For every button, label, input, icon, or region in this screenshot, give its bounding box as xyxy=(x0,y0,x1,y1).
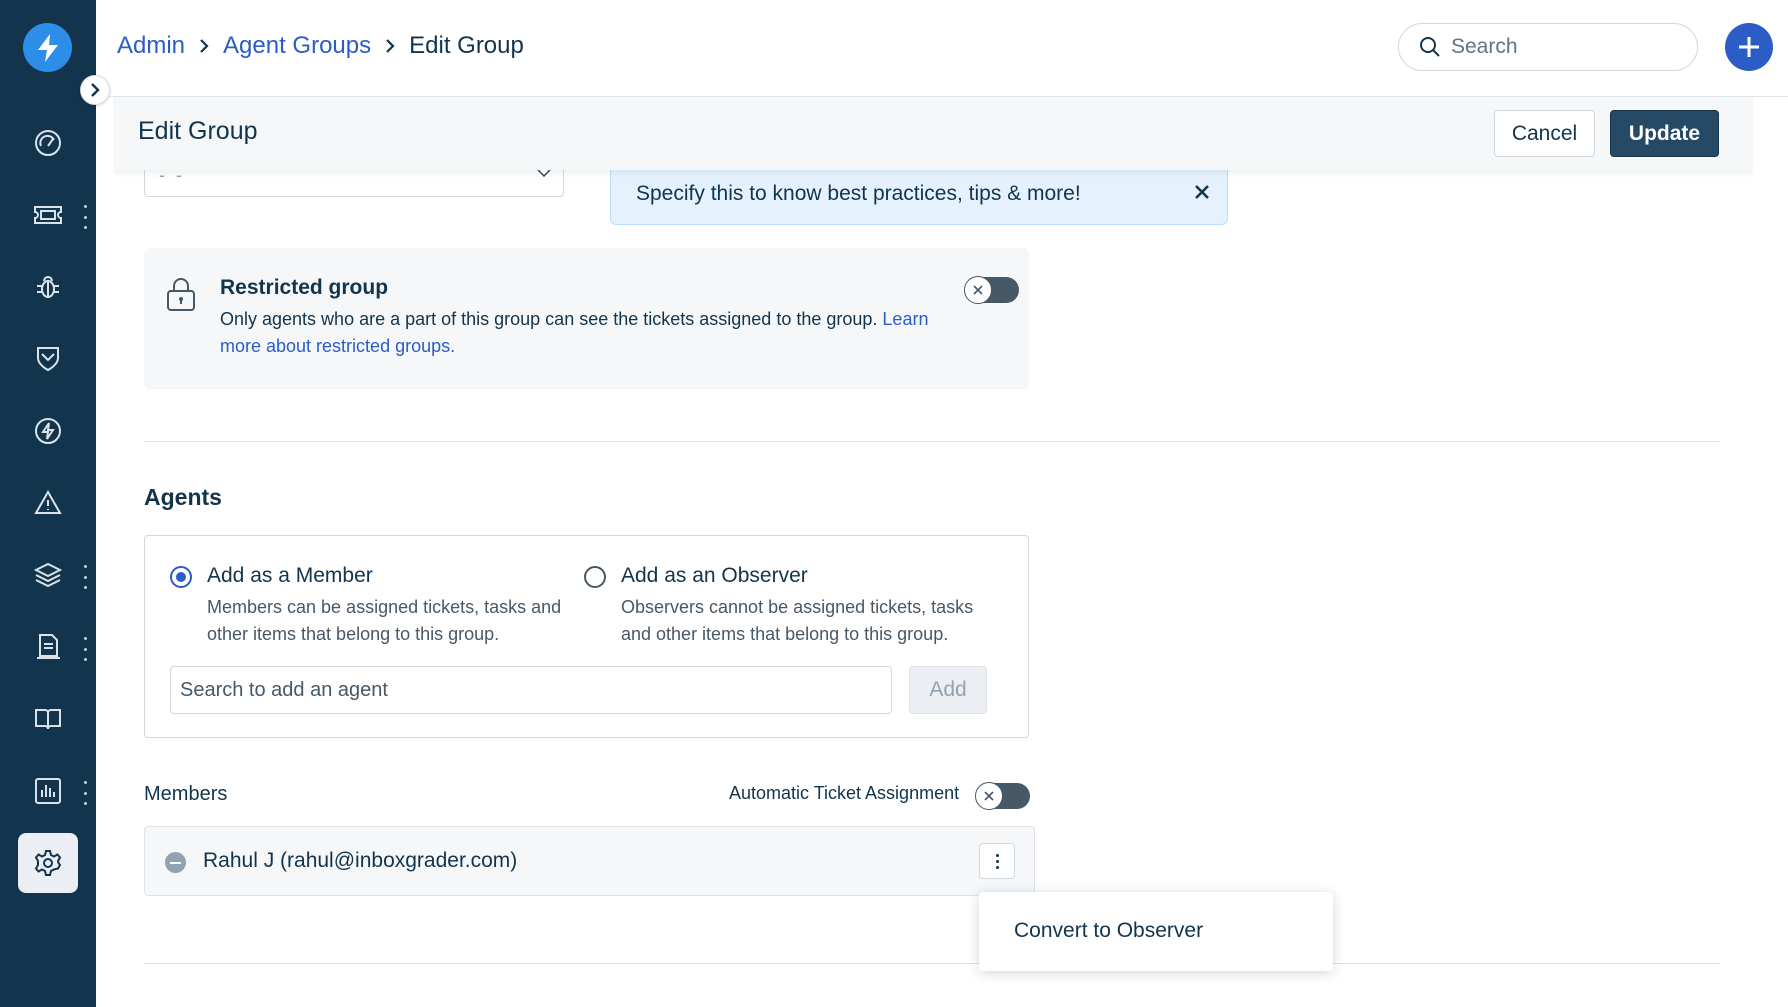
solutions-icon[interactable] xyxy=(18,689,78,749)
search-icon xyxy=(1420,37,1440,57)
admin-gear-icon[interactable] xyxy=(18,833,78,893)
add-agents-panel: Add as a Member Members can be assigned … xyxy=(144,535,1029,738)
chevron-right-icon xyxy=(91,83,100,97)
member-option-title: Add as a Member xyxy=(207,564,373,587)
new-item-button[interactable] xyxy=(1725,23,1773,71)
dashboard-icon[interactable] xyxy=(18,113,78,173)
restricted-group-panel: Restricted group Only agents who are a p… xyxy=(144,248,1029,389)
x-icon xyxy=(984,791,994,801)
plus-icon xyxy=(1739,37,1759,57)
add-agent-button[interactable]: Add xyxy=(909,666,987,714)
member-option-description: Members can be assigned tickets, tasks a… xyxy=(207,597,562,644)
restricted-group-toggle[interactable] xyxy=(964,276,1019,304)
problems-icon[interactable] xyxy=(18,257,78,317)
section-divider xyxy=(144,963,1720,964)
top-header: Admin Agent Groups Edit Group xyxy=(96,0,1788,97)
chevron-right-icon xyxy=(385,38,395,54)
main-content: - - Specify this to know best practices,… xyxy=(113,97,1753,1007)
logo-icon[interactable] xyxy=(23,23,72,72)
alerts-icon[interactable] xyxy=(18,473,78,533)
observer-option-title: Add as an Observer xyxy=(621,564,808,587)
chevron-right-icon xyxy=(199,38,209,54)
breadcrumb: Admin Agent Groups Edit Group xyxy=(117,32,524,60)
assets-more-icon[interactable] xyxy=(82,565,88,589)
breadcrumb-current: Edit Group xyxy=(409,32,524,59)
close-icon[interactable] xyxy=(1192,182,1212,202)
sidebar xyxy=(0,0,96,1007)
tickets-icon[interactable] xyxy=(18,185,78,245)
assets-icon[interactable] xyxy=(18,545,78,605)
tip-text: Specify this to know best practices, tip… xyxy=(636,182,1081,205)
member-name: Rahul J (rahul@inboxgrader.com) xyxy=(203,849,518,872)
agent-search-input[interactable] xyxy=(170,666,892,714)
restricted-group-description: Only agents who are a part of this group… xyxy=(220,306,940,360)
x-icon xyxy=(973,285,983,295)
auto-assignment-label: Automatic Ticket Assignment xyxy=(729,783,960,803)
search-input[interactable] xyxy=(1451,35,1671,59)
global-search[interactable] xyxy=(1398,23,1698,71)
toggle-knob xyxy=(975,782,1003,810)
members-label: Members xyxy=(144,783,228,805)
member-radio[interactable] xyxy=(170,566,192,588)
restricted-description-text: Only agents who are a part of this group… xyxy=(220,309,878,329)
update-button[interactable]: Update xyxy=(1610,110,1719,157)
convert-to-observer-menu-item[interactable]: Convert to Observer xyxy=(1014,919,1203,943)
breadcrumb-admin-link[interactable]: Admin xyxy=(117,32,185,60)
breadcrumb-agent-groups-link[interactable]: Agent Groups xyxy=(223,32,371,60)
reports-more-icon[interactable] xyxy=(82,781,88,805)
contracts-more-icon[interactable] xyxy=(82,637,88,661)
releases-icon[interactable] xyxy=(18,401,78,461)
toggle-knob xyxy=(964,276,992,304)
observer-radio[interactable] xyxy=(584,566,606,588)
agents-section-title: Agents xyxy=(144,484,222,510)
chevron-down-icon xyxy=(537,169,551,178)
lock-icon xyxy=(167,278,195,311)
tickets-more-icon[interactable] xyxy=(82,205,88,229)
sidebar-expand-button[interactable] xyxy=(80,75,110,105)
section-divider xyxy=(144,441,1720,442)
changes-icon[interactable] xyxy=(18,329,78,389)
reports-icon[interactable] xyxy=(18,761,78,821)
member-actions-menu: Convert to Observer xyxy=(979,892,1333,971)
page-header: Edit Group Cancel Update xyxy=(113,97,1753,170)
member-actions-button[interactable] xyxy=(979,843,1015,879)
observer-option-description: Observers cannot be assigned tickets, ta… xyxy=(621,597,974,644)
contracts-icon[interactable] xyxy=(18,617,78,677)
auto-assignment-toggle[interactable] xyxy=(975,782,1030,810)
cancel-button[interactable]: Cancel xyxy=(1494,110,1595,157)
remove-member-icon[interactable] xyxy=(165,852,186,873)
member-row: Rahul J (rahul@inboxgrader.com) xyxy=(144,826,1035,896)
page-title: Edit Group xyxy=(138,117,258,145)
restricted-group-title: Restricted group xyxy=(220,276,389,299)
